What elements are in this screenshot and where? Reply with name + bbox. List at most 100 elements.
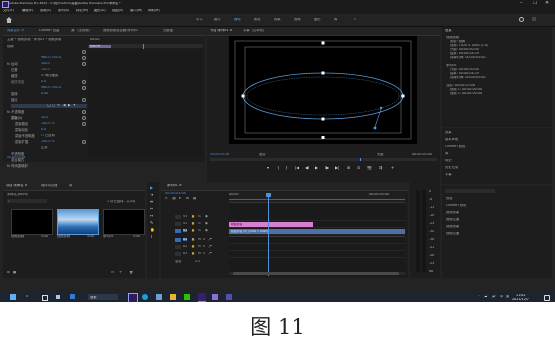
row-motion[interactable]: fx 运动 [7,50,87,65]
tab-project[interactable]: 项目:未命名 ≡ [6,184,27,187]
menu-window[interactable]: 窗口(W) [130,9,142,12]
new-item-icon[interactable]: ＋ [119,271,122,274]
row-scale[interactable]: 缩放 100.0 [11,62,87,78]
step-forward-button[interactable]: I▶ [325,166,329,170]
workspace-tab-libraries[interactable]: 库 [334,18,337,21]
tab-metadata[interactable]: 元数据 [163,29,173,32]
taskbar-app-files-icon[interactable] [170,294,176,300]
effect-controls-timecode[interactable]: 00:00:03:08 [7,156,25,159]
go-to-in-button[interactable]: |◀ [295,166,299,170]
track-source-patch[interactable] [175,238,181,242]
taskbar-app-icon[interactable] [70,294,75,299]
master-volume[interactable]: 0.0 [195,260,200,263]
play-button[interactable]: ▶ [315,166,318,170]
row-mask-expansion[interactable]: 蒙版扩展 0.0 [15,128,87,144]
tray-chevron-icon[interactable]: ⌃ [478,295,481,298]
maximize-button[interactable]: ❐ [533,1,537,6]
track-source-patch[interactable] [175,229,181,233]
program-scrub-bar[interactable] [210,158,437,161]
program-timecode-current[interactable]: 00:00:03:08 [210,153,229,156]
lift-button[interactable]: ⊞ [347,166,350,170]
taskbar-app-ps-icon[interactable] [198,293,206,302]
mark-in-button[interactable]: { [277,166,280,170]
track-sync-icon[interactable]: ⇋ [198,222,201,225]
track-sync-icon[interactable]: ⇋ [198,215,201,218]
track-target[interactable] [175,222,181,226]
snap-icon[interactable]: ⊂ [165,197,168,200]
track-eye-icon[interactable]: ◉ [205,215,208,218]
workspace-tab-graphics[interactable]: 图形 [314,18,321,21]
reset-icon[interactable] [82,122,86,126]
reset-icon[interactable] [82,50,86,54]
list-view-icon[interactable]: ☰ [7,271,10,274]
mark-out-button[interactable]: } [285,166,288,170]
effects-folder[interactable]: Lumetri 预设 [446,204,466,207]
type-tool-icon[interactable]: T [150,235,152,239]
row-position[interactable]: 位置 960.0 540.0 [11,56,87,72]
effects-folder[interactable]: 预设 [446,197,453,200]
go-to-out-button[interactable]: ▶| [335,166,339,170]
track-forward-icon[interactable]: ▶ [68,104,71,107]
track-header-master[interactable]: 混合 0.0 [175,259,227,265]
taskbar-app-me-icon[interactable] [226,294,232,300]
effects-folder[interactable]: 音频过渡 [446,218,459,221]
notification-icon[interactable] [544,295,550,301]
tab-effect-controls[interactable]: 效果控件 ≡ [7,29,24,32]
project-item[interactable]: 序列01 5:00 [103,209,145,239]
track-lock-icon[interactable]: 🔒 [191,238,195,241]
taskbar-app-wechat-icon[interactable] [184,294,190,300]
workspace-tab-color[interactable]: 颜色 [254,18,261,21]
workspace-tab-more[interactable]: » [354,18,356,21]
menu-edit[interactable]: 编辑(E) [22,9,33,12]
taskbar-search-box[interactable]: 搜索 [88,294,118,300]
panel-link-markers[interactable]: 标记 [445,159,452,162]
menu-clip[interactable]: 剪辑(C) [40,9,51,12]
timeline-scroll-thumb[interactable] [233,272,399,275]
taskbar-time[interactable]: 11:02 [516,294,526,297]
track-target[interactable] [175,215,181,219]
step-back-button[interactable]: ◀I [305,166,309,170]
row-inverted[interactable]: ☐ 已反转 [15,134,87,138]
reset-icon[interactable] [82,56,86,60]
reset-icon[interactable] [82,140,86,144]
comparison-view-button[interactable]: ⇶ [379,166,382,170]
button-editor-button[interactable]: + [391,166,394,170]
mute-button[interactable]: M [198,238,201,241]
reset-icon[interactable] [82,110,86,114]
tray-ime-icon[interactable]: 中 [500,295,503,298]
panel-link-history[interactable]: 历史记录 [445,166,458,169]
tab-lumetri-scopes[interactable]: Lumetri 范围 [39,29,59,32]
workspace-menu-icon[interactable] [532,17,536,21]
add-marker-icon[interactable]: ▾ [179,197,181,200]
timeline-playhead[interactable] [268,193,269,276]
solo-button[interactable]: S [203,252,205,255]
taskbar-date[interactable]: 2021/12/7 [512,298,529,301]
row-mask-feather[interactable]: 蒙版羽化 10.0 [15,116,87,132]
workspace-tab-editing[interactable]: 编辑 [234,18,241,21]
tray-lang-icon[interactable]: 英 [506,295,509,298]
row-anti-flicker[interactable]: 防闪烁滤镜0.00 [11,92,87,108]
tab-sequence[interactable]: 序列01 ≡ [167,184,182,187]
track-target[interactable] [175,245,181,249]
reset-icon[interactable] [82,80,86,84]
timeline-timecode[interactable]: 00:00:03:08 [165,192,186,195]
tab-media-browser[interactable]: 媒体浏览器 [41,184,57,187]
taskbar-search-icon[interactable]: ⌕ [26,295,29,300]
pen-tool-icon[interactable]: ✎ [150,221,153,225]
panel-link-effects[interactable]: 效果 [445,131,452,134]
extract-button[interactable]: ⊡ [357,166,360,170]
effects-search[interactable] [445,189,495,193]
program-playhead[interactable] [360,158,361,161]
workspace-tab-effects[interactable]: 效果 [274,18,281,21]
minimize-button[interactable]: – [520,1,523,6]
linked-select-icon[interactable]: ⛓ [172,197,176,200]
mic-icon[interactable]: 🎤 [208,252,212,255]
hand-tool-icon[interactable]: ✋ [150,228,155,232]
track-header-v1[interactable]: V1 🔒 ⇋ ◉ [175,228,227,234]
timeline-scrollbar[interactable] [229,272,405,275]
row-anchor[interactable]: 锚点 960.0 540.0 [11,86,87,102]
search-icon[interactable] [519,17,524,22]
taskbar-app-edge-icon[interactable] [142,294,148,300]
mic-icon[interactable]: 🎤 [208,238,212,241]
panel-link-captions[interactable]: 字幕 [445,173,452,176]
